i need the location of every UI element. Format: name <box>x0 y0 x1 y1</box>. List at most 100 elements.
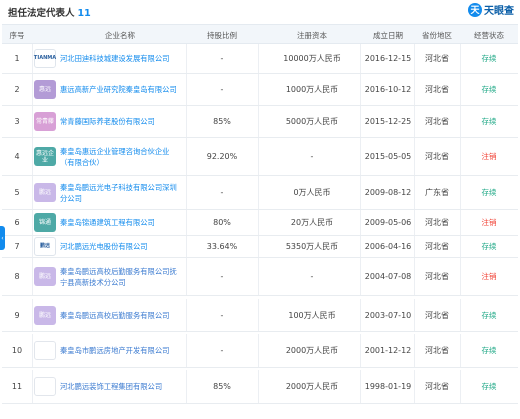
company-logo[interactable]: TIANMA <box>34 44 58 73</box>
share-ratio: 33.64% <box>206 242 238 251</box>
table-row[interactable]: 5 鹏远 秦皇岛鹏远光电子科技有限公司深圳分公司 - 0万人民币 2009-08-12 广东… <box>2 176 518 210</box>
table-row[interactable]: 9 鹏远 秦皇岛鹏远高校后勤服务有限公司 - 100万人民币 2003-07-10 河北省 存… <box>2 299 518 332</box>
status-badge: 注销 <box>481 272 497 281</box>
share-ratio: 85% <box>213 117 231 126</box>
company-name-link[interactable]: 秦皇岛市鹏远房地产开发有限公司 <box>60 334 180 367</box>
status-badge: 存续 <box>481 346 497 355</box>
company-table: 序号 企业名称 持股比例 注册资本 成立日期 省份地区 经营状态 1 TIANMA… <box>2 24 518 404</box>
established-date: 2006-04-16 <box>364 242 412 251</box>
registered-capital: 2000万人民币 <box>285 346 339 355</box>
company-logo[interactable]: 鹏远 <box>34 258 58 295</box>
registered-capital: 5000万人民币 <box>285 117 339 126</box>
registered-capital: - <box>310 272 314 281</box>
share-ratio: - <box>220 54 224 63</box>
col-pct: 持股比例 <box>207 31 237 40</box>
brand-logo[interactable]: 天 天眼查 <box>468 2 514 17</box>
table-row[interactable]: 1 TIANMA 河北田迪科技城建设发展有限公司 - 10000万人民币 2016-12-… <box>2 44 518 74</box>
col-name: 企业名称 <box>105 31 135 40</box>
row-index: 10 <box>11 346 23 355</box>
status-badge: 存续 <box>481 188 497 197</box>
company-logo[interactable]: 鹏远 <box>34 299 58 331</box>
section-header: 担任法定代表人 11 天 天眼查 <box>0 0 520 22</box>
established-date: 2015-05-05 <box>364 152 412 161</box>
col-date: 成立日期 <box>373 31 403 40</box>
tianyancha-logo-icon: 天 <box>468 2 482 17</box>
province: 河北省 <box>425 218 449 227</box>
status-badge: 存续 <box>481 54 497 63</box>
table-row[interactable]: 2 惠远 惠远高新产业研究院秦皇岛有限公司 - 1000万人民币 2016-10-12 河北… <box>2 74 518 106</box>
established-date: 2009-08-12 <box>364 188 412 197</box>
registered-capital: 100万人民币 <box>288 310 336 320</box>
row-index: 7 <box>14 242 20 251</box>
company-logo[interactable] <box>34 370 58 403</box>
table-row[interactable]: 7 鹏远 河北鹏远光电股份有限公司 33.64% 5350万人民币 2006-04-16 河… <box>2 236 518 258</box>
company-name-link[interactable]: 河北田迪科技城建设发展有限公司 <box>60 44 180 73</box>
company-name-link[interactable]: 秦皇岛锦通建筑工程有限公司 <box>60 210 180 235</box>
share-ratio: - <box>220 310 224 320</box>
company-logo[interactable]: 惠远 <box>34 74 58 105</box>
share-ratio: 92.20% <box>206 152 238 161</box>
row-index: 8 <box>14 272 20 281</box>
company-logo[interactable] <box>34 334 58 367</box>
province: 河北省 <box>425 117 449 126</box>
company-name-link[interactable]: 秦皇岛鹏远光电子科技有限公司深圳分公司 <box>60 176 180 209</box>
share-ratio: - <box>220 85 224 94</box>
company-name-link[interactable]: 河北鹏远光电股份有限公司 <box>60 236 180 257</box>
table-row[interactable]: 6 锦通 秦皇岛锦通建筑工程有限公司 80% 20万人民币 2009-05-06 河北省 注销 <box>2 210 518 236</box>
brand-name: 天眼查 <box>484 6 514 17</box>
registered-capital: - <box>310 152 314 161</box>
company-logo[interactable]: 常青藤 <box>34 106 58 137</box>
company-name-link[interactable]: 河北鹏远装饰工程集团有限公司 <box>60 370 180 403</box>
row-index: 4 <box>14 152 20 161</box>
row-index: 1 <box>14 54 20 63</box>
row-index: 5 <box>14 188 20 197</box>
established-date: 2009-05-06 <box>364 218 412 227</box>
share-ratio: - <box>220 346 224 355</box>
established-date: 2003-07-10 <box>364 310 412 320</box>
established-date: 2016-10-12 <box>364 85 412 94</box>
section-title: 担任法定代表人 11 <box>8 5 91 19</box>
table-row[interactable]: 8 鹏远 秦皇岛鹏远高校后勤服务有限公司抚宁县高新技术分公司 - - 2004-07-08… <box>2 258 518 296</box>
row-index: 6 <box>14 218 20 227</box>
company-logo-icon: 鹏远 <box>34 305 56 325</box>
company-logo-icon: 惠远 <box>34 80 56 99</box>
row-index: 2 <box>14 85 20 94</box>
side-expand-tab[interactable]: ‹ <box>0 226 5 250</box>
province: 河北省 <box>425 152 449 161</box>
table-row[interactable]: 10 秦皇岛市鹏远房地产开发有限公司 - 2000万人民币 2001-12-12 河北省 存… <box>2 334 518 368</box>
established-date: 2016-12-15 <box>364 54 412 63</box>
company-logo-icon: 惠远企业 <box>34 147 56 166</box>
table-row[interactable]: 4 惠远企业 秦皇岛惠远企业管理咨询合伙企业（有限合伙） 92.20% - 2015-05… <box>2 138 518 176</box>
company-logo-icon: TIANMA <box>34 49 56 68</box>
status-badge: 存续 <box>481 310 497 320</box>
established-date: 2015-12-25 <box>364 117 412 126</box>
status-badge: 存续 <box>481 382 497 391</box>
company-logo[interactable]: 惠远企业 <box>34 138 58 175</box>
table-row[interactable]: 11 河北鹏远装饰工程集团有限公司 85% 2000万人民币 1998-01-19 河北省… <box>2 370 518 404</box>
company-logo[interactable]: 鹏远 <box>34 236 58 257</box>
registered-capital: 0万人民币 <box>293 188 331 197</box>
company-logo[interactable]: 锦通 <box>34 210 58 235</box>
province: 河北省 <box>425 85 449 94</box>
company-name-link[interactable]: 秦皇岛惠远企业管理咨询合伙企业（有限合伙） <box>60 138 180 175</box>
province: 河北省 <box>425 346 449 355</box>
company-name-link[interactable]: 秦皇岛鹏远高校后勤服务有限公司抚宁县高新技术分公司 <box>60 258 180 295</box>
province: 河北省 <box>425 272 449 281</box>
status-badge: 注销 <box>481 152 497 161</box>
company-name-link[interactable]: 惠远高新产业研究院秦皇岛有限公司 <box>60 74 180 105</box>
company-logo-icon <box>34 341 56 360</box>
registered-capital: 10000万人民币 <box>283 54 341 63</box>
share-ratio: 85% <box>213 382 231 391</box>
company-name-link[interactable]: 秦皇岛鹏远高校后勤服务有限公司 <box>60 299 180 331</box>
col-cap: 注册资本 <box>297 31 327 40</box>
status-badge: 注销 <box>481 218 497 227</box>
company-logo[interactable]: 鹏远 <box>34 176 58 209</box>
table-row[interactable]: 3 常青藤 常青藤国际养老股份有限公司 85% 5000万人民币 2015-12-25 河北… <box>2 106 518 138</box>
col-status: 经营状态 <box>474 31 504 40</box>
established-date: 2001-12-12 <box>364 346 412 355</box>
status-badge: 存续 <box>481 85 497 94</box>
row-index: 9 <box>14 310 20 320</box>
company-name-link[interactable]: 常青藤国际养老股份有限公司 <box>60 106 180 137</box>
section-count: 11 <box>77 8 91 19</box>
registered-capital: 5350万人民币 <box>285 242 339 251</box>
